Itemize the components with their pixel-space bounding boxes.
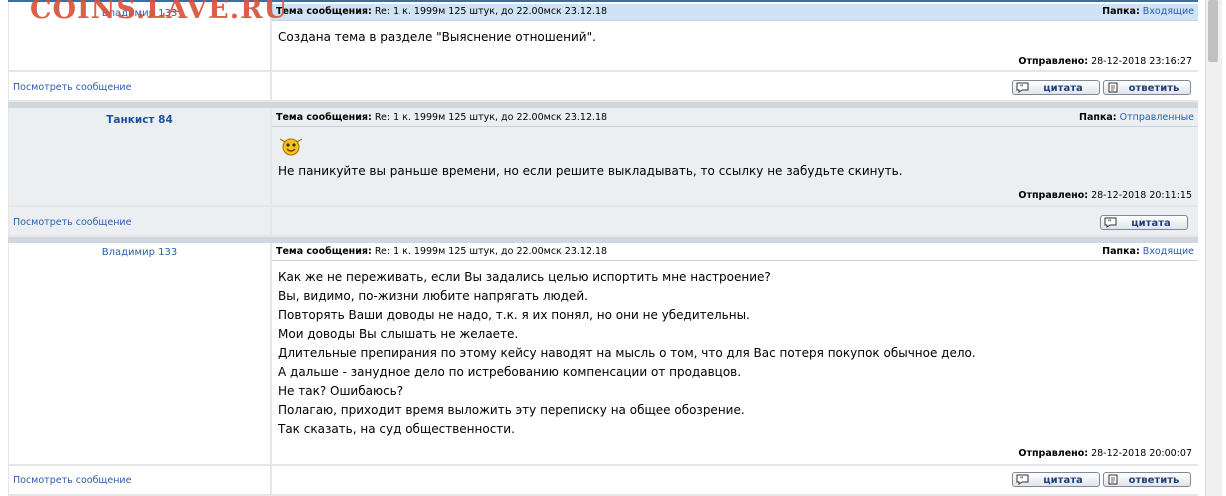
footer-left: Посмотреть сообщение	[9, 207, 270, 235]
sent-time: 28-12-2018 20:11:15	[1091, 190, 1192, 201]
folder-label: Папка:	[1102, 6, 1140, 17]
message-cell: Тема сообщения: Re: 1 к. 1999м 125 штук,…	[272, 108, 1198, 205]
message-body: Не паникуйте вы раньше времени, но если …	[278, 162, 903, 181]
folder-label: Папка:	[1102, 246, 1140, 257]
message-line: Так сказать, на суд общественности.	[278, 422, 515, 436]
subject-label: Тема сообщения:	[276, 6, 372, 17]
vertical-scrollbar[interactable]	[1205, 0, 1222, 496]
folder-info: Папка: Отправленные	[1079, 110, 1194, 126]
subject-bar: Тема сообщения: Re: 1 к. 1999м 125 штук,…	[272, 244, 1198, 261]
message-line: Мои доводы Вы слышать не желаете.	[278, 327, 519, 341]
subject-label: Тема сообщения:	[276, 246, 372, 257]
sent-time: 28-12-2018 23:16:27	[1091, 56, 1192, 67]
message-line: Вы, видимо, по-жизни любите напрягать лю…	[278, 289, 588, 303]
reply-button[interactable]: ответить	[1103, 80, 1191, 95]
sent-label: Отправлено:	[1018, 190, 1089, 201]
subject-text: Re: 1 к. 1999м 125 штук, до 22.00мск 23.…	[374, 246, 608, 257]
smiley-emoticon-icon	[279, 138, 303, 156]
folder-label: Папка:	[1079, 112, 1117, 123]
subject-text: Re: 1 к. 1999м 125 штук, до 22.00мск 23.…	[374, 6, 608, 17]
message-line: Создана тема в разделе "Выяснение отноше…	[278, 30, 596, 44]
footer-right: " цитата	[272, 207, 1198, 235]
footer-left: Посмотреть сообщение	[9, 466, 270, 494]
scrollbar-thumb[interactable]	[1208, 0, 1218, 62]
site-watermark: COINS.LAVE.RU	[30, 0, 289, 25]
message-line: Полагаю, приходит время выложить эту пер…	[278, 403, 745, 417]
author-name[interactable]: Владимир 133	[9, 247, 270, 258]
reply-button[interactable]: ответить	[1103, 472, 1191, 487]
quote-label: цитата	[1043, 475, 1083, 486]
folder-info: Папка: Входящие	[1102, 244, 1194, 260]
quote-label: цитата	[1043, 83, 1083, 94]
sent-time: 28-12-2018 20:00:07	[1091, 448, 1192, 459]
reply-label: ответить	[1128, 475, 1180, 486]
author-name[interactable]: Танкист 84	[9, 114, 270, 126]
subject-text: Re: 1 к. 1999м 125 штук, до 22.00мск 23.…	[374, 112, 608, 123]
author-cell: Владимир 133	[9, 243, 270, 464]
quote-button[interactable]: " цитата	[1100, 215, 1188, 230]
quote-button[interactable]: " цитата	[1012, 80, 1100, 95]
view-message-link[interactable]: Посмотреть сообщение	[13, 475, 131, 486]
footer-right: " цитата ответить	[272, 72, 1198, 100]
quote-label: цитата	[1131, 218, 1171, 229]
author-cell: Танкист 84	[9, 108, 270, 205]
sent-label: Отправлено:	[1018, 56, 1089, 67]
subject-bar: Тема сообщения: Re: 1 к. 1999м 125 штук,…	[272, 4, 1198, 21]
footer-left: Посмотреть сообщение	[9, 72, 270, 100]
sent-info: Отправлено: 28-12-2018 23:16:27	[1018, 56, 1192, 67]
message-cell: Тема сообщения: Re: 1 к. 1999м 125 штук,…	[272, 2, 1198, 70]
sent-info: Отправлено: 28-12-2018 20:11:15	[1018, 190, 1192, 201]
sent-label: Отправлено:	[1018, 448, 1089, 459]
message-cell: Тема сообщения: Re: 1 к. 1999м 125 штук,…	[272, 243, 1198, 464]
message-line: А дальше - занудное дело по истребованию…	[278, 365, 742, 379]
reply-label: ответить	[1128, 83, 1180, 94]
message-line: Как же не переживать, если Вы задались ц…	[278, 270, 771, 284]
message-line: Не паникуйте вы раньше времени, но если …	[278, 164, 903, 178]
message-line: Повторять Ваши доводы не надо, т.к. я их…	[278, 308, 750, 322]
subject-label: Тема сообщения:	[276, 112, 372, 123]
view-message-link[interactable]: Посмотреть сообщение	[13, 217, 131, 228]
quote-button[interactable]: " цитата	[1012, 472, 1100, 487]
message-line: Длительные препирания по этому кейсу нав…	[278, 346, 976, 360]
folder-link[interactable]: Входящие	[1143, 6, 1194, 17]
footer-right: " цитата ответить	[272, 466, 1198, 494]
message-body: Как же не переживать, если Вы задались ц…	[278, 268, 976, 439]
folder-info: Папка: Входящие	[1102, 4, 1194, 20]
message-body: Создана тема в разделе "Выяснение отноше…	[278, 28, 596, 47]
subject-bar: Тема сообщения: Re: 1 к. 1999м 125 штук,…	[272, 110, 1198, 127]
view-message-link[interactable]: Посмотреть сообщение	[13, 82, 131, 93]
folder-link[interactable]: Входящие	[1143, 246, 1194, 257]
sent-info: Отправлено: 28-12-2018 20:00:07	[1018, 448, 1192, 459]
message-line: Не так? Ошибаюсь?	[278, 384, 404, 398]
folder-link[interactable]: Отправленные	[1120, 112, 1194, 123]
